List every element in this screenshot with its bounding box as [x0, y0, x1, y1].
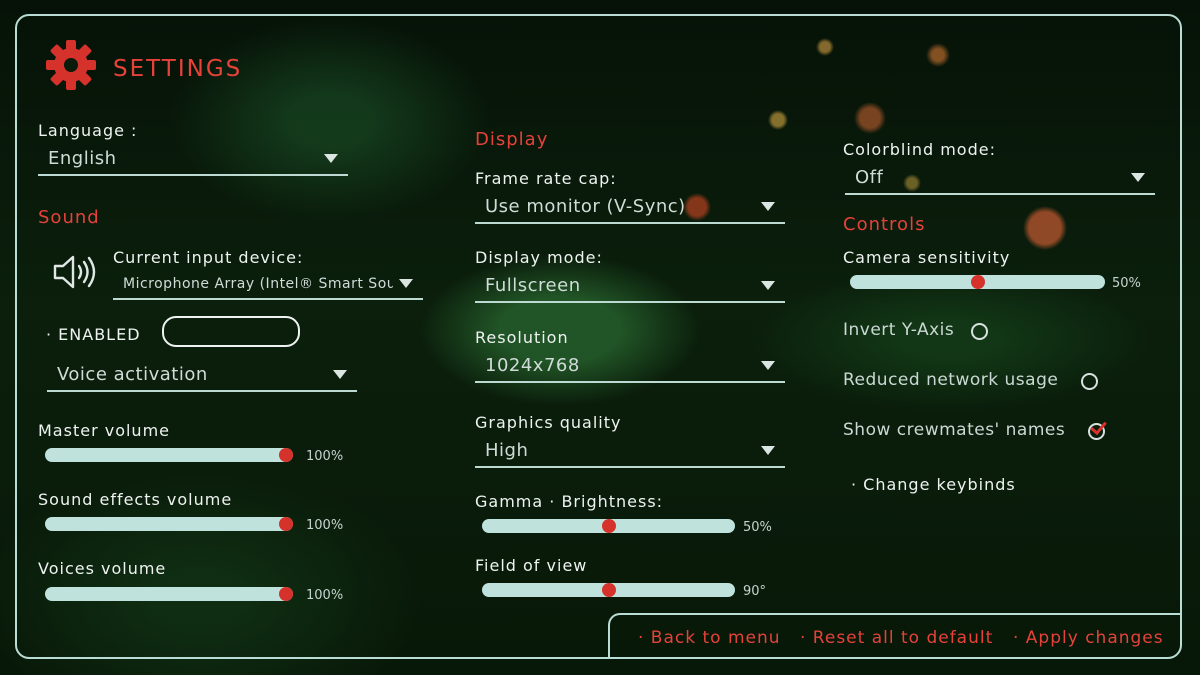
sfx-volume-label: Sound effects volume	[38, 490, 233, 509]
language-dropdown[interactable]: English	[38, 148, 348, 176]
enabled-toggle[interactable]	[162, 316, 300, 347]
slider-knob[interactable]	[279, 448, 293, 462]
chevron-down-icon	[761, 202, 775, 211]
show-names-checkbox[interactable]	[1088, 423, 1105, 440]
display-mode-dropdown[interactable]: Fullscreen	[475, 275, 785, 303]
input-device-label: Current input device:	[113, 248, 304, 267]
page-title: SETTINGS	[113, 56, 243, 82]
frame-rate-value: Use monitor (V-Sync)	[485, 196, 686, 217]
camera-sensitivity-value: 50%	[1112, 276, 1141, 291]
resolution-dropdown[interactable]: 1024x768	[475, 355, 785, 383]
chevron-down-icon	[324, 154, 338, 163]
graphics-quality-dropdown[interactable]: High	[475, 440, 785, 468]
gamma-slider[interactable]	[482, 519, 735, 533]
invert-y-label: Invert Y-Axis	[843, 320, 955, 340]
language-value: English	[48, 148, 117, 169]
colorblind-label: Colorblind mode:	[843, 140, 996, 159]
invert-y-checkbox[interactable]	[971, 323, 988, 340]
frame-rate-label: Frame rate cap:	[475, 169, 617, 188]
chevron-down-icon	[761, 281, 775, 290]
display-mode-value: Fullscreen	[485, 275, 581, 296]
camera-sensitivity-label: Camera sensitivity	[843, 248, 1011, 267]
sfx-volume-value: 100%	[306, 518, 344, 533]
show-names-label: Show crewmates' names	[843, 420, 1066, 440]
gear-icon	[46, 40, 96, 90]
fov-value: 90°	[743, 584, 767, 599]
enabled-label: · ENABLED	[46, 325, 141, 344]
display-mode-label: Display mode:	[475, 248, 603, 267]
slider-knob[interactable]	[601, 583, 616, 597]
apply-changes-button[interactable]: · Apply changes	[1013, 628, 1164, 648]
reset-default-button[interactable]: · Reset all to default	[800, 628, 993, 648]
gamma-value: 50%	[743, 520, 772, 535]
chevron-down-icon	[399, 279, 413, 288]
chevron-down-icon	[761, 361, 775, 370]
graphics-quality-label: Graphics quality	[475, 413, 622, 432]
slider-knob[interactable]	[279, 587, 293, 601]
colorblind-value: Off	[855, 167, 884, 188]
master-volume-label: Master volume	[38, 421, 170, 440]
change-keybinds-link[interactable]: · Change keybinds	[851, 475, 1016, 494]
input-device-value: Microphone Array (Intel® Smart Sou	[123, 276, 393, 292]
camera-sensitivity-slider[interactable]	[850, 275, 1105, 289]
sfx-volume-slider[interactable]	[45, 517, 293, 531]
reduced-network-label: Reduced network usage	[843, 370, 1059, 390]
speaker-icon	[53, 255, 96, 289]
slider-knob[interactable]	[970, 275, 985, 289]
chevron-down-icon	[761, 446, 775, 455]
fov-slider[interactable]	[482, 583, 735, 597]
slider-knob[interactable]	[601, 519, 616, 533]
sound-heading: Sound	[38, 207, 100, 228]
slider-knob[interactable]	[279, 517, 293, 531]
resolution-label: Resolution	[475, 328, 569, 347]
display-heading: Display	[475, 129, 549, 150]
controls-heading: Controls	[843, 214, 926, 235]
frame-rate-dropdown[interactable]: Use monitor (V-Sync)	[475, 196, 785, 224]
chevron-down-icon	[1131, 173, 1145, 182]
gamma-label: Gamma · Brightness:	[475, 492, 664, 511]
back-to-menu-button[interactable]: · Back to menu	[638, 628, 781, 648]
chevron-down-icon	[333, 370, 347, 379]
language-label: Language :	[38, 121, 138, 140]
reduced-network-checkbox[interactable]	[1081, 373, 1098, 390]
resolution-value: 1024x768	[485, 355, 580, 376]
voices-volume-slider[interactable]	[45, 587, 293, 601]
colorblind-dropdown[interactable]: Off	[845, 167, 1155, 195]
master-volume-value: 100%	[306, 449, 344, 464]
voices-volume-label: Voices volume	[38, 559, 167, 578]
voice-mode-dropdown[interactable]: Voice activation	[47, 364, 357, 392]
master-volume-slider[interactable]	[45, 448, 293, 462]
voice-mode-value: Voice activation	[57, 364, 208, 385]
fov-label: Field of view	[475, 556, 588, 575]
voices-volume-value: 100%	[306, 588, 344, 603]
graphics-quality-value: High	[485, 440, 529, 461]
input-device-dropdown[interactable]: Microphone Array (Intel® Smart Sou	[113, 276, 423, 300]
